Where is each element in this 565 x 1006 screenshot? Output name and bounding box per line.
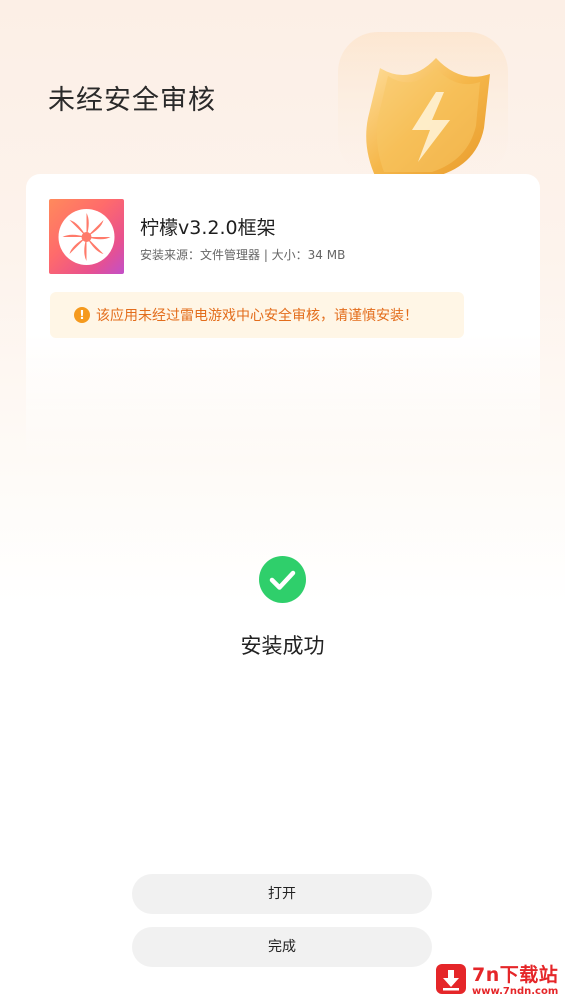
download-arrow-icon <box>436 964 466 994</box>
open-button[interactable]: 打开 <box>132 874 432 914</box>
watermark-logo: 7n下载站 www.7ndn.com <box>436 958 562 1002</box>
shield-lightning-icon <box>338 32 508 178</box>
lemon-slice-icon <box>58 209 115 265</box>
security-warning: ! 该应用未经过雷电游戏中心安全审核，请谨慎安装！ <box>50 292 464 338</box>
warning-text: 该应用未经过雷电游戏中心安全审核，请谨慎安装！ <box>96 308 418 324</box>
app-source-size: 安装来源：文件管理器 | 大小：34 MB <box>140 248 346 262</box>
watermark-url: www.7ndn.com <box>472 986 559 997</box>
warning-icon: ! <box>74 307 90 323</box>
watermark-text: 7n下载站 <box>472 964 559 986</box>
checkmark-icon <box>259 556 306 603</box>
done-button[interactable]: 完成 <box>132 927 432 967</box>
app-name: 柠檬v3.2.0框架 <box>140 217 276 239</box>
install-status: 安装成功 <box>240 634 325 658</box>
app-icon <box>49 199 124 274</box>
shield-illustration <box>318 28 518 178</box>
page-title: 未经安全审核 <box>48 85 216 116</box>
